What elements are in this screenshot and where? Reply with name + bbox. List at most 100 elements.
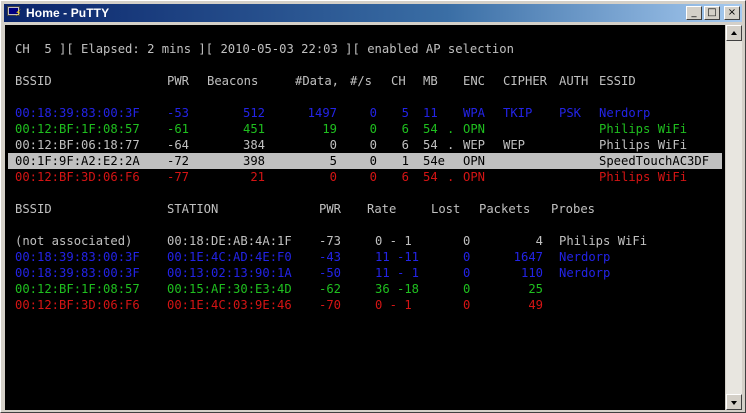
ap-data: 0: [329, 170, 337, 184]
ap-rate: 0: [369, 154, 377, 168]
window-title: Home - PuTTY: [26, 6, 110, 20]
st-lost: 0: [463, 234, 471, 248]
ap-ch: 6: [401, 138, 409, 152]
station-row[interactable]: 00:12:BF:1F:08:57 00:15:AF:30:E3:4D -62 36 …: [5, 281, 725, 297]
st-header-pwr: PWR: [319, 202, 342, 216]
st-bssid: 00:12:BF:1F:08:57: [15, 282, 140, 296]
ap-pwr: -64: [167, 138, 190, 152]
ap-header-auth: AUTH: [559, 74, 589, 88]
st-bssid: 00:18:39:83:00:3F: [15, 266, 140, 280]
ap-pwr: -72: [167, 154, 190, 168]
ap-row[interactable]: 00:12:BF:3D:06:F6 -77 21 0 0 6 54. OPN Philips W…: [5, 169, 725, 185]
ap-header-beacons: Beacons: [207, 74, 259, 88]
st-header-rate: Rate: [367, 202, 397, 216]
vertical-scrollbar[interactable]: [726, 25, 742, 410]
st-lost: 0: [463, 250, 471, 264]
st-station: 00:15:AF:30:E3:4D: [167, 282, 292, 296]
st-packets: 25: [528, 282, 543, 296]
ap-ch: 1: [401, 154, 409, 168]
st-packets: 4: [535, 234, 543, 248]
title-bar[interactable]: ⚡ Home - PuTTY _ □ ×: [4, 4, 742, 22]
close-button[interactable]: ×: [724, 6, 740, 20]
st-bssid: 00:18:39:83:00:3F: [15, 250, 140, 264]
ap-mb: 54e: [423, 154, 446, 168]
ap-rate: 0: [369, 170, 377, 184]
ap-rate: 0: [369, 138, 377, 152]
ap-mb: 54: [423, 170, 438, 184]
st-pwr: -50: [319, 266, 342, 280]
ap-qos-dot: .: [447, 122, 455, 136]
ap-beacons: 512: [242, 106, 265, 120]
ap-beacons: 384: [242, 138, 265, 152]
station-row[interactable]: 00:12:BF:3D:06:F6 00:1E:4C:03:9E:46 -70 0 -…: [5, 297, 725, 313]
ap-beacons: 451: [242, 122, 265, 136]
ap-enc: OPN: [463, 122, 486, 136]
ap-row[interactable]: 00:12:BF:06:18:77 -64 384 0 0 6 54. WEP WEP Phili…: [5, 137, 725, 153]
ap-auth: PSK: [559, 106, 582, 120]
ap-header-enc: ENC: [463, 74, 486, 88]
st-header-packets: Packets: [479, 202, 531, 216]
ap-essid: Philips WiFi: [599, 122, 688, 136]
st-bssid: 00:12:BF:3D:06:F6: [15, 298, 140, 312]
st-bssid: (not associated): [15, 234, 133, 248]
st-packets: 110: [520, 266, 543, 280]
st-header-station: STATION: [167, 202, 219, 216]
st-header-bssid: BSSID: [15, 202, 52, 216]
station-row[interactable]: 00:18:39:83:00:3F 00:13:02:13:90:1A -50 11 …: [5, 265, 725, 281]
ap-bssid: 00:18:39:83:00:3F: [15, 106, 140, 120]
st-pwr: -62: [319, 282, 342, 296]
st-rate: 0 - 1: [375, 234, 412, 248]
ap-enc: WPA: [463, 106, 486, 120]
st-packets: 1647: [513, 250, 543, 264]
ap-data: 19: [322, 122, 337, 136]
st-probes: Philips WiFi: [559, 234, 648, 248]
ap-rate: 0: [369, 106, 377, 120]
ap-enc: WEP: [463, 138, 486, 152]
ap-row[interactable]: 00:1F:9F:A2:E2:2A -72 398 5 0 1 54e OPN SpeedTou…: [5, 153, 725, 169]
st-rate: 11 - 1: [375, 266, 420, 280]
ap-row[interactable]: 00:12:BF:1F:08:57 -61 451 19 0 6 54. OPN Philips…: [5, 121, 725, 137]
st-header-lost: Lost: [431, 202, 461, 216]
ap-bssid: 00:12:BF:1F:08:57: [15, 122, 140, 136]
ap-pwr: -53: [167, 106, 190, 120]
ap-cipher: TKIP: [503, 106, 533, 120]
st-probes: Nerdorp: [559, 250, 611, 264]
maximize-button[interactable]: □: [704, 6, 720, 20]
ap-essid: Nerdorp: [599, 106, 651, 120]
ap-header-essid: ESSID: [599, 74, 636, 88]
st-packets: 49: [528, 298, 543, 312]
ap-header-rate: #/s: [350, 74, 373, 88]
st-station: 00:1E:4C:AD:4E:F0: [167, 250, 292, 264]
scroll-up-arrow-icon[interactable]: [726, 25, 742, 41]
ap-ch: 6: [401, 170, 409, 184]
ap-qos-dot: .: [447, 138, 455, 152]
ap-mb: 11: [423, 106, 438, 120]
minimize-button[interactable]: _: [686, 6, 702, 20]
ap-table-header: BSSID PWR Beacons #Data, #/s CH MB ENC C…: [5, 73, 636, 89]
ap-header-ch: CH: [391, 74, 406, 88]
ap-bssid: 00:12:BF:06:18:77: [15, 138, 140, 152]
st-station: 00:18:DE:AB:4A:1F: [167, 234, 292, 248]
ap-bssid: 00:12:BF:3D:06:F6: [15, 170, 140, 184]
ap-row[interactable]: 00:18:39:83:00:3F -53 512 1497 0 5 11 WPA TKIP PS…: [5, 105, 725, 121]
ap-rate: 0: [369, 122, 377, 136]
ap-header-cipher: CIPHER: [503, 74, 548, 88]
scroll-down-arrow-icon[interactable]: [726, 394, 742, 410]
ap-header-bssid: BSSID: [15, 74, 52, 88]
station-row[interactable]: 00:18:39:83:00:3F 00:1E:4C:AD:4E:F0 -43 11 …: [5, 249, 725, 265]
st-rate: 0 - 1: [375, 298, 412, 312]
terminal-screen[interactable]: CH 5 ][ Elapsed: 2 mins ][ 2010-05-03 22…: [5, 25, 725, 410]
st-station: 00:1E:4C:03:9E:46: [167, 298, 292, 312]
ap-essid: Philips WiFi: [599, 138, 688, 152]
st-station: 00:13:02:13:90:1A: [167, 266, 292, 280]
station-row[interactable]: (not associated) 00:18:DE:AB:4A:1F -73 0 - …: [5, 233, 725, 249]
st-lost: 0: [463, 266, 471, 280]
ap-ch: 6: [401, 122, 409, 136]
st-lost: 0: [463, 282, 471, 296]
st-rate: 36 -18: [375, 282, 420, 296]
ap-essid: SpeedTouchAC3DF: [599, 154, 710, 168]
st-probes: Nerdorp: [559, 266, 611, 280]
ap-cipher: WEP: [503, 138, 526, 152]
ap-beacons: 21: [250, 170, 265, 184]
putty-icon[interactable]: ⚡: [6, 6, 22, 20]
